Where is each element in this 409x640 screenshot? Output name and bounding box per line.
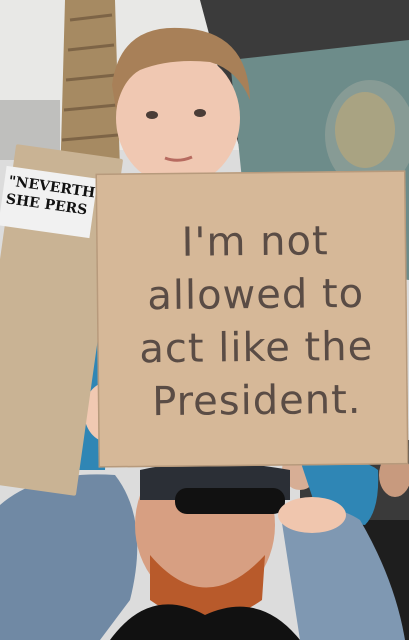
main-sign-line-4: President. xyxy=(151,376,362,425)
main-sign-line-2: allowed to xyxy=(147,271,365,320)
background-sign-text: "NEVERTH SHE PERS xyxy=(0,165,98,239)
main-sign-line-3: act like the xyxy=(139,323,374,373)
protest-photo: "NEVERTH SHE PERS I'm not allowed to act… xyxy=(0,0,409,640)
main-sign-line-1: I'm not xyxy=(181,218,329,267)
main-sign-text: I'm not allowed to act like the Presiden… xyxy=(105,180,408,463)
